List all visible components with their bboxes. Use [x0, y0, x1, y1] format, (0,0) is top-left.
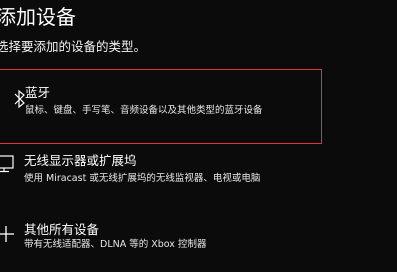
option-bluetooth-description: 鼠标、键盘、手写笔、音频设备以及其他类型的蓝牙设备 — [25, 105, 263, 116]
option-other-devices[interactable]: 其他所有设备 带有无线适配器、DLNA 等的 Xbox 控制器 — [0, 218, 322, 272]
option-bluetooth-title: 蓝牙 — [25, 85, 51, 100]
option-other-devices-title: 其他所有设备 — [24, 222, 100, 237]
monitor-icon — [0, 154, 18, 178]
option-wireless-display-description: 使用 Miracast 或无线扩展坞的无线监视器、电视或电脑 — [24, 173, 261, 184]
dialog-subtitle: 选择要添加的设备的类型。 — [0, 39, 147, 54]
option-bluetooth[interactable]: 蓝牙 鼠标、键盘、手写笔、音频设备以及其他类型的蓝牙设备 — [0, 69, 322, 144]
add-device-dialog: 添加设备 选择要添加的设备的类型。 蓝牙 鼠标、键盘、手写笔、音频设备以及其他类… — [0, 0, 397, 272]
option-other-devices-description: 带有无线适配器、DLNA 等的 Xbox 控制器 — [24, 239, 207, 250]
plus-icon — [0, 224, 20, 248]
option-wireless-display-title: 无线显示器或扩展坞 — [24, 153, 137, 168]
dialog-title: 添加设备 — [0, 5, 76, 29]
option-wireless-display[interactable]: 无线显示器或扩展坞 使用 Miracast 或无线扩展坞的无线监视器、电视或电脑 — [0, 150, 322, 206]
